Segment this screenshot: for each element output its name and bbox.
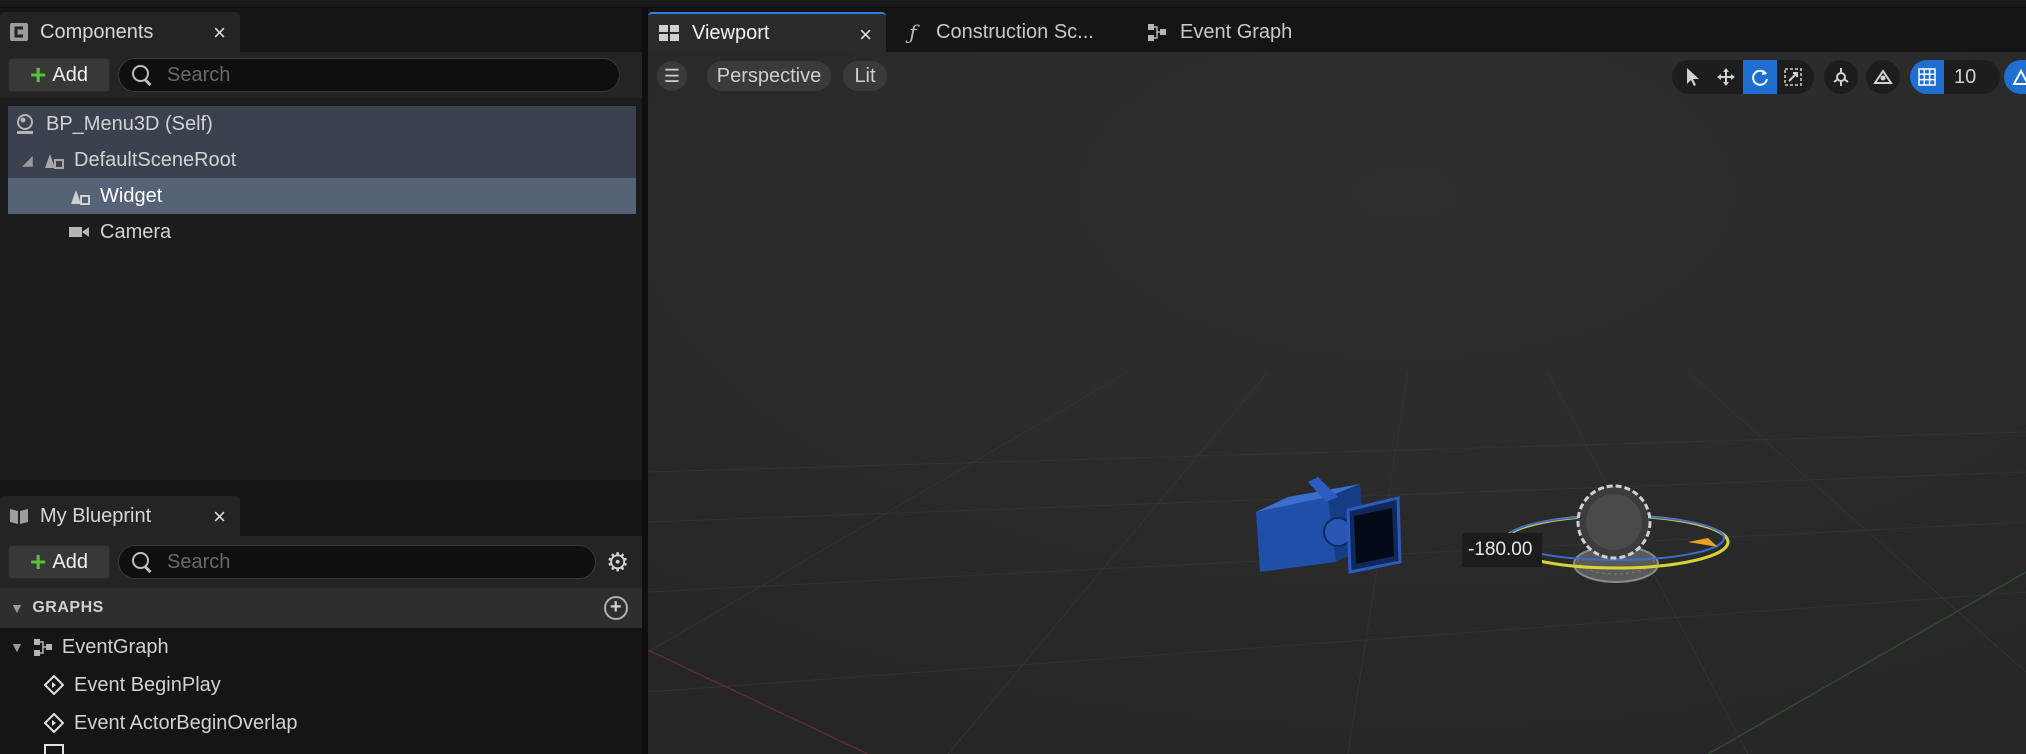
- tab-viewport[interactable]: Viewport ×: [648, 12, 886, 52]
- book-icon: [8, 505, 30, 527]
- add-component-button[interactable]: + Add: [8, 58, 110, 92]
- tab-event-graph[interactable]: Event Graph: [1136, 12, 1356, 52]
- my-blueprint-toolbar: + Add Search ⚙: [0, 536, 642, 588]
- select-tool-icon[interactable]: [1676, 60, 1710, 94]
- list-item-label: EventGraph: [61, 635, 169, 658]
- list-item-event-beginplay[interactable]: Event BeginPlay: [0, 666, 642, 704]
- my-blueprint-search-input[interactable]: Search: [118, 545, 596, 579]
- tree-item-label: Widget: [100, 184, 163, 207]
- transform-tools-group: [1672, 60, 1814, 94]
- tree-item-label: Camera: [100, 220, 172, 243]
- lit-button[interactable]: Lit: [842, 60, 888, 92]
- add-blueprint-item-button[interactable]: + Add: [8, 545, 110, 579]
- search-icon: [131, 551, 153, 573]
- grid-snap-group: 10: [1910, 60, 2000, 94]
- tree-item-widget[interactable]: Widget: [8, 178, 636, 214]
- viewport-icon: [658, 22, 680, 44]
- list-item-label: Event ActorBeginOverlap: [74, 711, 298, 734]
- plus-icon: +: [30, 546, 47, 577]
- tab-construction-label: Construction Sc...: [936, 20, 1094, 43]
- plus-icon: +: [30, 59, 47, 90]
- components-icon: [8, 21, 30, 43]
- grid-snap-value[interactable]: 10: [1954, 66, 1976, 89]
- tab-my-blueprint[interactable]: My Blueprint ×: [0, 496, 240, 536]
- event-icon: [44, 744, 64, 754]
- components-toolbar: + Add Search: [0, 52, 642, 98]
- tree-item-label: DefaultSceneRoot: [74, 148, 237, 171]
- surface-snapping-toggle[interactable]: [1866, 60, 1900, 94]
- function-icon: ƒ: [909, 20, 917, 44]
- top-strip: [0, 0, 2026, 8]
- rotation-snap-icon: [2004, 60, 2026, 94]
- viewport-toolbar: ☰ Perspective Lit 10: [648, 52, 2026, 100]
- graphs-section-label: GRAPHS: [32, 599, 104, 616]
- rotation-snap-toggle[interactable]: [2004, 60, 2026, 94]
- translate-tool-icon[interactable]: [1710, 60, 1744, 94]
- tab-components-label: Components: [40, 20, 154, 43]
- list-item-eventgraph[interactable]: ▼ EventGraph: [0, 628, 642, 666]
- close-icon[interactable]: ×: [859, 22, 872, 48]
- event-icon: [44, 713, 66, 733]
- graphs-section-header[interactable]: ▼ GRAPHS +: [0, 588, 642, 628]
- tab-my-blueprint-label: My Blueprint: [40, 504, 152, 527]
- tab-components[interactable]: Components ×: [0, 12, 240, 52]
- lit-label: Lit: [854, 64, 876, 87]
- tab-viewport-label: Viewport: [692, 21, 770, 44]
- tree-item-self[interactable]: BP_Menu3D (Self): [8, 106, 636, 142]
- graph-icon: [32, 636, 54, 658]
- add-blueprint-label: Add: [52, 550, 88, 573]
- perspective-label: Perspective: [716, 64, 822, 87]
- my-blueprint-search-placeholder: Search: [167, 550, 231, 573]
- close-icon[interactable]: ×: [213, 504, 226, 530]
- scale-tool-icon[interactable]: [1777, 60, 1811, 94]
- collapse-arrow-icon[interactable]: ◢: [22, 152, 40, 169]
- search-icon: [131, 64, 153, 86]
- actor-icon: [12, 111, 38, 137]
- editor-tabbar: Viewport × ƒ Construction Sc... Event Gr…: [648, 8, 2026, 52]
- components-search-placeholder: Search: [167, 63, 231, 86]
- rotate-tool-icon[interactable]: [1743, 60, 1777, 94]
- surface-snap-icon: [1866, 60, 1900, 94]
- components-tabbar: Components ×: [0, 8, 642, 52]
- viewport-scene[interactable]: [648, 52, 2026, 754]
- graph-icon: [1146, 21, 1168, 43]
- world-local-toggle[interactable]: [1824, 60, 1858, 94]
- tab-construction-script[interactable]: ƒ Construction Sc...: [892, 12, 1122, 52]
- list-item-label: Event BeginPlay: [74, 673, 221, 696]
- tree-item-label: BP_Menu3D (Self): [46, 112, 213, 135]
- components-search-input[interactable]: Search: [118, 58, 620, 92]
- hamburger-icon: ☰: [663, 65, 681, 86]
- add-component-label: Add: [52, 63, 88, 86]
- perspective-button[interactable]: Perspective: [706, 60, 832, 92]
- tree-item-camera[interactable]: Camera: [8, 214, 636, 250]
- camera-icon: [66, 219, 92, 245]
- event-icon: [44, 675, 66, 695]
- viewport-panel: Viewport × ƒ Construction Sc... Event Gr…: [648, 8, 2026, 754]
- tab-event-graph-label: Event Graph: [1180, 20, 1293, 43]
- gear-icon[interactable]: ⚙: [606, 547, 629, 578]
- scene-component-icon: [40, 147, 66, 173]
- collapse-arrow-icon[interactable]: ▼: [10, 600, 24, 616]
- widget-component-icon: [66, 183, 92, 209]
- tree-item-defaultsceneroot[interactable]: ◢ DefaultSceneRoot: [8, 142, 636, 178]
- collapse-arrow-icon[interactable]: ▼: [10, 639, 24, 655]
- rotation-readout-value: -180.00: [1468, 539, 1533, 560]
- rotation-readout: -180.00: [1462, 533, 1542, 567]
- viewport-menu-button[interactable]: ☰: [656, 60, 688, 92]
- close-icon[interactable]: ×: [213, 20, 226, 46]
- add-graph-icon[interactable]: +: [604, 596, 628, 620]
- list-item-event-actorbeginoverlap[interactable]: Event ActorBeginOverlap: [0, 704, 642, 742]
- grid-snap-icon[interactable]: [1910, 60, 1944, 94]
- my-blueprint-tabbar: My Blueprint ×: [0, 492, 642, 536]
- component-tree: BP_Menu3D (Self) ◢ DefaultSceneRoot Widg…: [8, 106, 636, 250]
- coordinate-space-icon: [1824, 60, 1858, 94]
